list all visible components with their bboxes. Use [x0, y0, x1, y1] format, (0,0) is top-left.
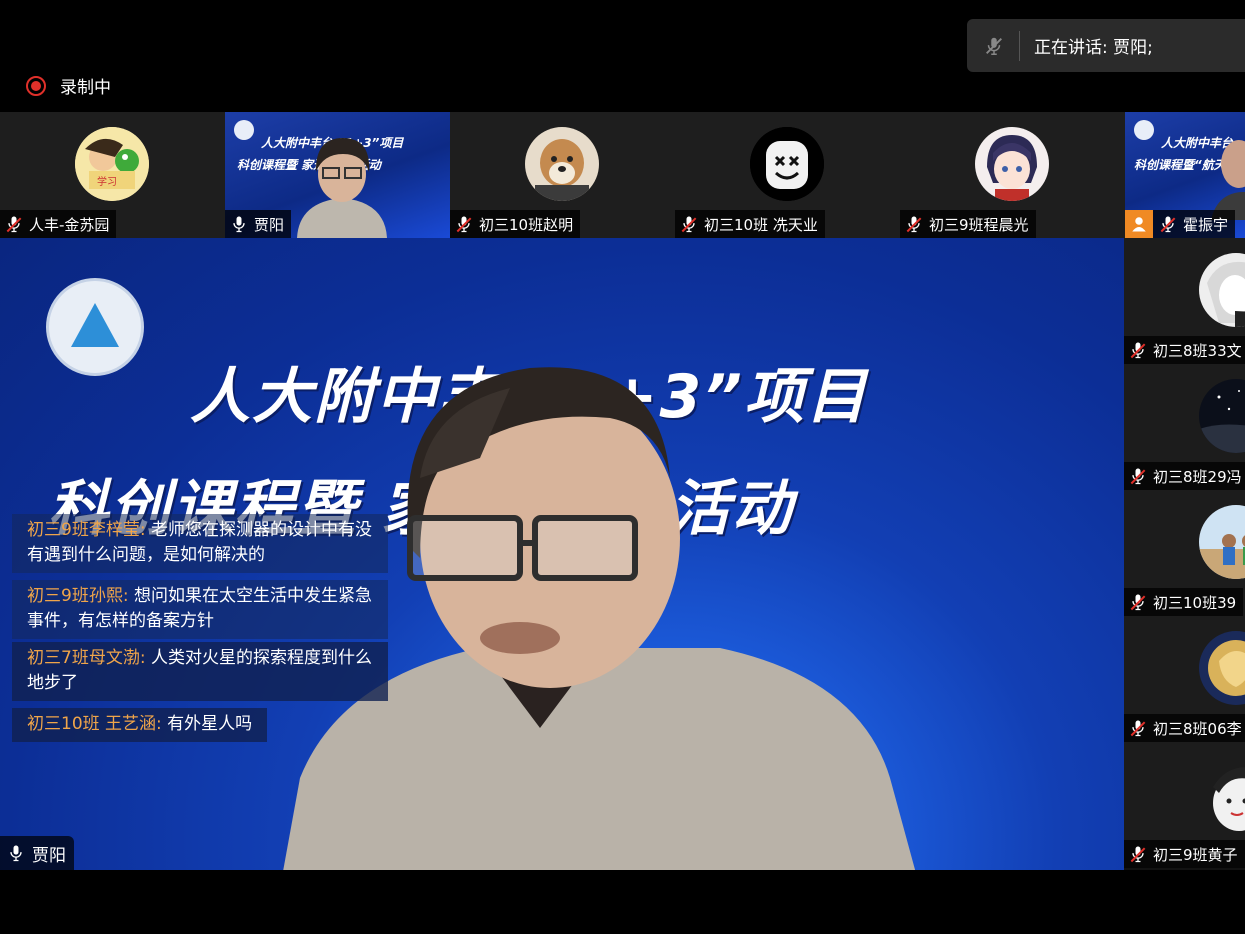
participant-name: 初三9班程晨光	[929, 215, 1029, 234]
chat-message: 初三9班李梓莹: 老师您在探测器的设计中有没有遇到什么问题，是如何解决的	[12, 514, 388, 573]
participant-tile[interactable]: 初三8班33文	[1124, 238, 1245, 364]
divider	[1019, 30, 1020, 61]
participant-tile[interactable]: 人大附中丰台 科创课程暨“航天 霍振宇	[1125, 112, 1245, 238]
chat-message: 初三7班母文渤: 人类对火星的探索程度到什么地步了	[12, 642, 388, 701]
avatar	[1199, 379, 1245, 453]
host-badge-icon	[1125, 210, 1153, 238]
participant-name: 初三10班39	[1153, 593, 1237, 612]
participant-tile[interactable]: 人大附中丰台 “1+3”项目 科创课程暨 家进校园”活动 贾阳	[225, 112, 450, 238]
mic-muted-icon[interactable]	[983, 35, 1005, 57]
chat-sender: 初三7班母文渤:	[27, 648, 146, 668]
speaker-figure	[297, 138, 387, 238]
mic-muted-icon	[906, 216, 922, 233]
participant-strip: 学习 人丰-金苏园 人大附中丰台 “1+3”项目 科创课程暨 家进校园”活动 贾…	[0, 112, 1245, 238]
participant-name: 人丰-金苏园	[29, 215, 110, 234]
svg-text:学习: 学习	[97, 175, 117, 188]
participant-name-tag: 贾阳	[225, 210, 292, 238]
chat-sender: 初三9班孙熙:	[27, 586, 129, 606]
chat-text: 有外星人吗	[167, 714, 253, 734]
participant-name: 初三8班06李	[1153, 719, 1242, 738]
speaker-figure	[1211, 140, 1245, 220]
participant-tile[interactable]: 初三10班39	[1124, 490, 1245, 616]
participant-tile[interactable]: 初三10班 冼天业	[675, 112, 900, 238]
participant-name-tag: 人丰-金苏园	[0, 210, 117, 238]
chat-message: 初三9班孙熙: 想问如果在太空生活中发生紧急事件，有怎样的备案方针	[12, 580, 388, 639]
participant-name-tag: 初三10班赵明	[450, 210, 581, 238]
avatar: 学习	[75, 127, 149, 201]
mic-muted-icon	[1130, 468, 1146, 485]
speaking-label: 正在讲话: 贾阳;	[1034, 38, 1153, 58]
participant-tile[interactable]: 学习 人丰-金苏园	[0, 112, 225, 238]
avatar	[1199, 631, 1245, 705]
participant-tile[interactable]: 初三8班06李	[1124, 616, 1245, 742]
mic-icon	[10, 845, 22, 862]
participant-name: 初三8班33文	[1153, 341, 1242, 360]
avatar	[525, 127, 599, 201]
main-video[interactable]: 人大附中丰 “1+3”项目 科创课程暨 家进校园”活动 初三9班李梓莹: 老师您…	[0, 238, 1124, 870]
participant-name-tag: 初三8班29冯	[1124, 462, 1245, 490]
participant-tile[interactable]: 初三10班赵明	[450, 112, 675, 238]
mic-muted-icon	[681, 216, 697, 233]
participant-name-tag: 初三8班33文	[1124, 336, 1245, 364]
mic-muted-icon	[6, 216, 22, 233]
speaker-name-tag: 贾阳	[0, 836, 74, 870]
mic-muted-icon	[1130, 846, 1146, 863]
school-logo-icon	[1134, 120, 1154, 140]
mic-muted-icon	[1130, 594, 1146, 611]
participant-name: 初三10班赵明	[479, 215, 574, 234]
mic-icon	[233, 216, 245, 233]
participant-name: 初三9班黄子	[1153, 845, 1238, 864]
participant-tile[interactable]: 初三9班黄子	[1124, 742, 1245, 868]
avatar	[750, 127, 824, 201]
participant-name: 初三8班29冯	[1153, 467, 1242, 486]
record-icon	[26, 75, 46, 96]
participant-name: 初三10班 冼天业	[704, 215, 818, 234]
chat-message: 初三10班 王艺涵: 有外星人吗	[12, 708, 268, 742]
participant-name-tag: 初三9班程晨光	[900, 210, 1036, 238]
participant-name-tag: 初三9班黄子	[1124, 840, 1245, 868]
participant-name-tag: 初三10班 冼天业	[675, 210, 825, 238]
participant-name-tag: 初三8班06李	[1124, 714, 1245, 742]
participant-tile[interactable]: 初三9班程晨光	[900, 112, 1125, 238]
avatar	[1199, 757, 1245, 831]
recording-indicator: 录制中	[26, 73, 111, 98]
mic-muted-icon	[1130, 720, 1146, 737]
chat-sender: 初三9班李梓莹:	[27, 520, 146, 540]
speaker-name: 贾阳	[32, 845, 66, 866]
recording-label: 录制中	[60, 78, 111, 98]
school-logo-icon	[46, 278, 144, 376]
mic-muted-icon	[456, 216, 472, 233]
participant-name-tag: 霍振宇	[1125, 210, 1236, 238]
school-logo-icon	[234, 120, 254, 140]
participant-column: 初三8班33文 初三8班29冯 初三10班39 初三8班06李 初三9班黄子	[1124, 238, 1245, 870]
chat-sender: 初三10班 王艺涵:	[27, 714, 162, 734]
participant-name: 贾阳	[254, 215, 285, 234]
avatar	[1199, 505, 1245, 579]
avatar	[1199, 253, 1245, 327]
mic-muted-icon	[1160, 216, 1176, 233]
participant-name-tag: 初三10班39	[1124, 588, 1244, 616]
participant-tile[interactable]: 初三8班29冯	[1124, 364, 1245, 490]
avatar	[975, 127, 1049, 201]
mic-muted-icon	[1130, 342, 1146, 359]
active-speaker-banner: 正在讲话: 贾阳;	[967, 19, 1245, 72]
participant-name: 霍振宇	[1183, 215, 1229, 234]
